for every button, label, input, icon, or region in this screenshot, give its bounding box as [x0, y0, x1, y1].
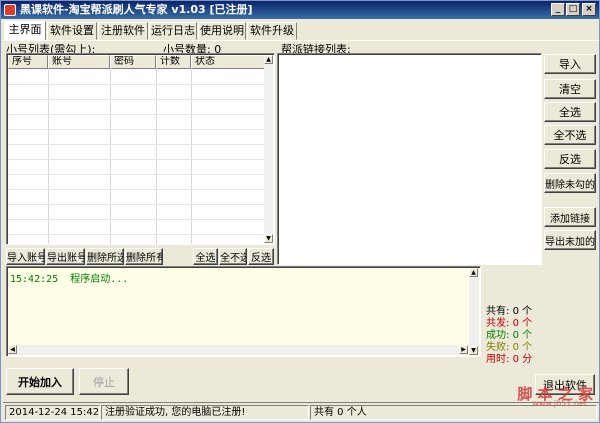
grid-line [48, 69, 49, 244]
account-list-scrollbar[interactable]: ▲ ▼ [264, 55, 273, 243]
minimize-button[interactable]: _ [551, 3, 565, 16]
tab-upgrade[interactable]: 软件升级 [247, 22, 297, 40]
column-header-account[interactable]: 账号 [48, 55, 110, 69]
grid-line [8, 129, 265, 130]
log-line: 15:42:25 程序启动... [10, 270, 128, 285]
grid-line [8, 219, 265, 220]
log-vertical-scrollbar[interactable]: ▲ ▼ [469, 268, 479, 355]
maximize-button[interactable]: □ [566, 3, 580, 16]
column-header-password[interactable]: 密码 [110, 55, 156, 69]
stat-elapsed: 用时: 0 分 [486, 350, 532, 365]
close-button[interactable]: × [582, 3, 596, 16]
scroll-right-icon[interactable]: ▶ [459, 345, 468, 354]
status-message: 注册验证成功, 您的电脑已注册! [101, 405, 309, 420]
tab-help[interactable]: 使用说明 [198, 22, 246, 40]
title-bar[interactable]: 黑课软件-淘宝帮派刷人气专家 v1.03 [已注册] _ □ × [1, 1, 599, 19]
log-textarea[interactable]: 15:42:25 程序启动... ▲ ▼ ◀ ▶ [6, 266, 481, 357]
grid-line [8, 204, 265, 205]
column-header-index[interactable]: 序号 [8, 55, 48, 69]
status-datetime: 2014-12-24 15:42:27 [5, 405, 100, 420]
tab-run-log[interactable]: 运行日志 [149, 22, 197, 40]
scroll-down-icon[interactable]: ▼ [469, 346, 478, 355]
tab-settings[interactable]: 软件设置 [47, 22, 97, 40]
import-accounts-button[interactable]: 导入账号 [6, 248, 45, 265]
scroll-down-icon[interactable]: ▼ [264, 234, 273, 243]
scroll-up-icon[interactable]: ▲ [469, 268, 478, 277]
add-link-button[interactable]: 添加链接 [544, 207, 596, 227]
grid-line [191, 69, 192, 244]
status-bar: 2014-12-24 15:42:27 注册验证成功, 您的电脑已注册! 共有 … [3, 402, 599, 421]
delete-all-accounts-button[interactable]: 删除所有 [125, 248, 163, 265]
stat-elapsed-label: 用时: [486, 354, 510, 365]
delete-unchecked-links-button[interactable]: 删除未勾的 [544, 173, 596, 193]
log-time: 15:42:25 [10, 274, 59, 285]
grid-line [8, 84, 265, 85]
delete-selected-accounts-button[interactable]: 删除所选 [86, 248, 124, 265]
invert-selection-links-button[interactable]: 反选 [544, 149, 596, 169]
grid-line [8, 144, 265, 145]
start-button[interactable]: 开始加入 [6, 368, 74, 395]
grid-line [8, 174, 265, 175]
select-none-accounts-button[interactable]: 全不选 [219, 248, 247, 265]
invert-selection-accounts-button[interactable]: 反选 [248, 248, 274, 265]
scroll-left-icon[interactable]: ◀ [8, 345, 17, 354]
import-links-button[interactable]: 导入 [544, 54, 596, 74]
column-header-count[interactable]: 计数 [156, 55, 191, 69]
grid-line [110, 69, 111, 244]
grid-line [156, 69, 157, 244]
select-all-accounts-button[interactable]: 全选 [193, 248, 218, 265]
log-text: 程序启动... [70, 274, 129, 285]
account-listview[interactable]: 序号 账号 密码 计数 状态 ▲ ▼ [6, 53, 275, 245]
select-none-links-button[interactable]: 全不选 [544, 125, 596, 145]
tab-register[interactable]: 注册软件 [98, 22, 148, 40]
grid-line [8, 234, 265, 235]
select-all-links-button[interactable]: 全选 [544, 102, 596, 122]
scroll-up-icon[interactable]: ▲ [264, 55, 273, 64]
watermark-url: www.jb51.net [532, 399, 587, 408]
window-title: 黑课软件-淘宝帮派刷人气专家 v1.03 [已注册] [20, 3, 253, 16]
export-accounts-button[interactable]: 导出账号 [46, 248, 85, 265]
grid-line [8, 114, 265, 115]
column-header-status[interactable]: 状态 [191, 55, 266, 69]
stat-elapsed-value: 0 分 [512, 354, 533, 365]
link-listbox[interactable] [277, 53, 542, 265]
account-list-header: 序号 账号 密码 计数 状态 [8, 55, 266, 69]
main-window: 黑课软件-淘宝帮派刷人气专家 v1.03 [已注册] _ □ × 主界面 软件设… [0, 0, 600, 423]
tab-main[interactable]: 主界面 [4, 21, 46, 41]
log-horizontal-scrollbar[interactable]: ◀ ▶ [8, 345, 468, 355]
stop-button[interactable]: 停止 [79, 368, 129, 395]
grid-line [8, 189, 265, 190]
grid-line [8, 99, 265, 100]
app-icon [4, 4, 16, 16]
export-unadded-links-button[interactable]: 导出未加的 [544, 230, 596, 250]
clear-links-button[interactable]: 清空 [544, 79, 596, 99]
grid-line [8, 159, 265, 160]
